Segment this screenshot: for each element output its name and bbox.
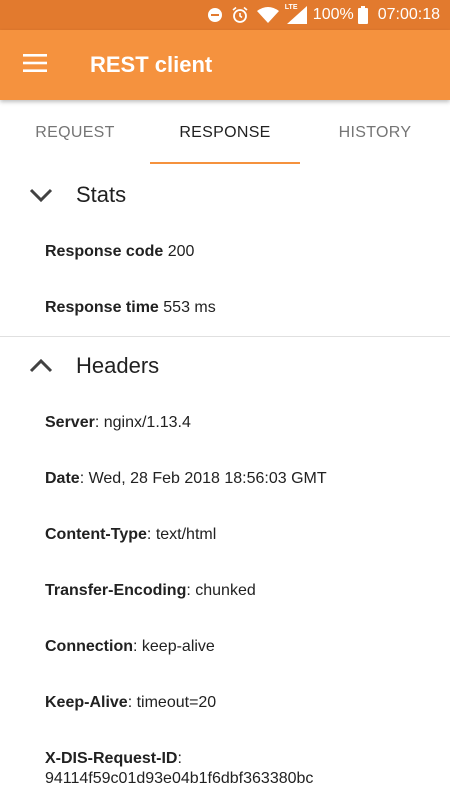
header-value: timeout=20 bbox=[136, 694, 217, 711]
stats-row-response-time: Response time 553 ms bbox=[0, 280, 450, 336]
tab-request[interactable]: REQUEST bbox=[0, 100, 150, 166]
do-not-disturb-icon bbox=[207, 7, 223, 23]
stat-key: Response time bbox=[45, 299, 159, 316]
header-value: chunked bbox=[195, 582, 256, 599]
header-key: Keep-Alive bbox=[45, 694, 128, 711]
header-row-date: Date: Wed, 28 Feb 2018 18:56:03 GMT bbox=[0, 451, 450, 507]
chevron-down-icon bbox=[26, 187, 56, 203]
header-value: Wed, 28 Feb 2018 18:56:03 GMT bbox=[88, 470, 327, 487]
header-key: Connection bbox=[45, 638, 133, 655]
menu-button[interactable] bbox=[0, 30, 70, 100]
app-title: REST client bbox=[90, 52, 213, 77]
cell-signal-icon: LTE bbox=[284, 4, 307, 24]
header-value: 94114f59c01d93e04b1f6dbf363380bc bbox=[45, 770, 314, 787]
headers-section-header[interactable]: Headers bbox=[0, 337, 450, 395]
header-sep: : bbox=[177, 750, 182, 767]
header-value: nginx/1.13.4 bbox=[103, 414, 191, 431]
status-bar: LTE 100% 07:00:18 bbox=[0, 0, 450, 30]
header-key: Server bbox=[45, 414, 95, 431]
response-content: Stats Response code 200 Response time 55… bbox=[0, 166, 450, 789]
chevron-up-icon bbox=[26, 358, 56, 374]
header-row-content-type: Content-Type: text/html bbox=[0, 507, 450, 563]
header-sep: : bbox=[146, 526, 156, 543]
stats-row-response-code: Response code 200 bbox=[0, 224, 450, 280]
header-key: Date bbox=[45, 470, 80, 487]
header-value: keep-alive bbox=[141, 638, 215, 655]
stat-value: 200 bbox=[167, 243, 195, 260]
header-key: Transfer-Encoding bbox=[45, 582, 187, 599]
header-key: Content-Type bbox=[45, 526, 147, 543]
battery-icon bbox=[357, 6, 368, 24]
header-sep: : bbox=[94, 414, 104, 431]
header-row-transfer-encoding: Transfer-Encoding: chunked bbox=[0, 563, 450, 619]
header-row-connection: Connection: keep-alive bbox=[0, 619, 450, 675]
stats-section-header[interactable]: Stats bbox=[0, 166, 450, 224]
header-key: X-DIS-Request-ID bbox=[45, 750, 178, 767]
clock: 07:00:18 bbox=[377, 6, 440, 23]
tab-response[interactable]: RESPONSE bbox=[150, 100, 300, 166]
alarm-icon bbox=[231, 6, 249, 24]
header-row-server: Server: nginx/1.13.4 bbox=[0, 395, 450, 451]
hamburger-menu-icon bbox=[23, 53, 47, 77]
battery-percent: 100% bbox=[312, 6, 354, 23]
header-sep: : bbox=[133, 638, 142, 655]
headers-title: Headers bbox=[76, 353, 160, 378]
stat-key: Response code bbox=[45, 243, 164, 260]
tab-bar: REQUEST RESPONSE HISTORY bbox=[0, 100, 450, 166]
header-sep: : bbox=[79, 470, 89, 487]
network-badge: LTE bbox=[284, 4, 298, 11]
stat-value: 553 ms bbox=[163, 299, 216, 316]
wifi-icon bbox=[256, 6, 279, 24]
header-value: text/html bbox=[155, 526, 217, 543]
header-row-x-dis-request-id: X-DIS-Request-ID: 94114f59c01d93e04b1f6d… bbox=[0, 731, 450, 789]
tab-history[interactable]: HISTORY bbox=[300, 100, 450, 166]
header-sep: : bbox=[186, 582, 196, 599]
header-row-keep-alive: Keep-Alive: timeout=20 bbox=[0, 675, 450, 731]
app-bar: REST client bbox=[0, 30, 450, 100]
header-sep: : bbox=[127, 694, 137, 711]
stats-title: Stats bbox=[76, 182, 127, 207]
